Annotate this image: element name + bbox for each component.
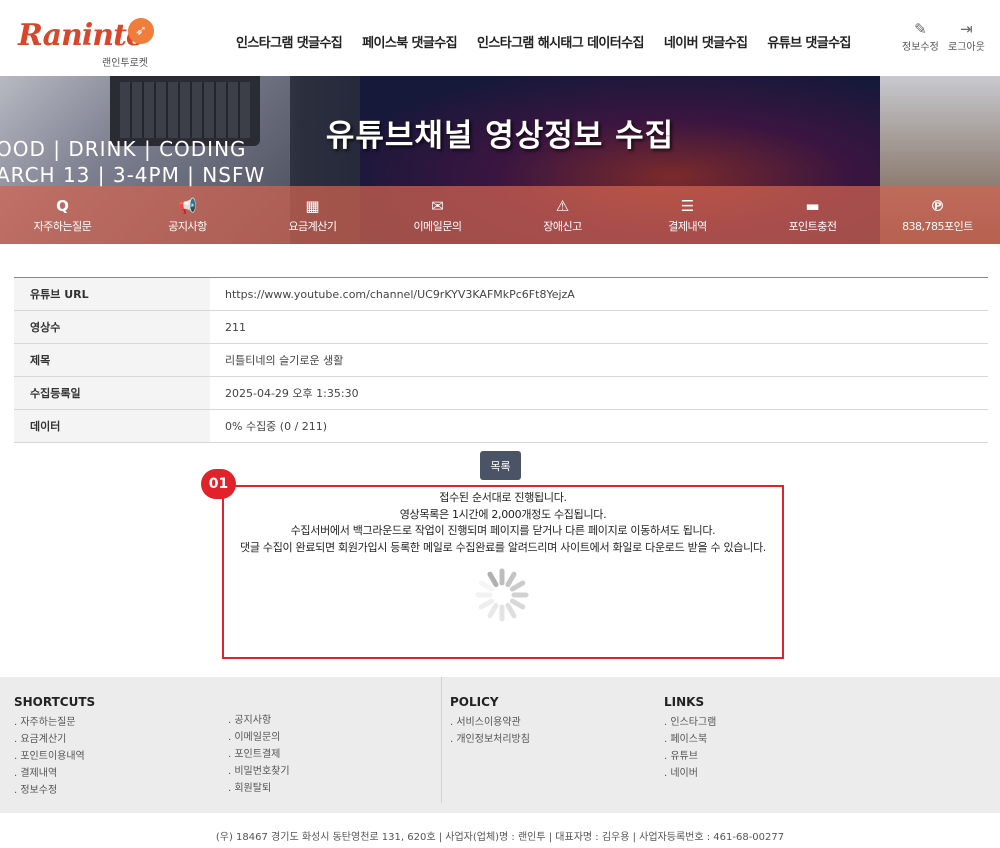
footer-link[interactable]: 비밀번호찾기 <box>228 763 289 780</box>
logo-subtitle: 랜인투로켓 <box>102 58 148 69</box>
quick-label: 장애신고 <box>543 219 582 233</box>
table-row: 제목 리틀티네의 슬기로운 생활 <box>14 344 988 377</box>
quick-label: 결제내역 <box>668 219 707 233</box>
footer-link[interactable]: 이메일문의 <box>228 729 290 746</box>
quick-email[interactable]: ✉ 이메일문의 <box>375 186 500 244</box>
row-label: 제목 <box>14 344 210 376</box>
data-status-value: 0% 수집중 (0 / 211) <box>225 420 328 433</box>
footer-link[interactable]: 회원탈퇴 <box>228 780 290 797</box>
footer-heading: POLICY <box>450 695 499 709</box>
points-icon: ℗ <box>930 196 945 215</box>
footer-link[interactable]: 네이버 <box>664 765 716 782</box>
page-title: 유튜브채널 영상정보 수집 <box>325 118 675 154</box>
quick-label: 요금계산기 <box>288 219 337 233</box>
quick-faq[interactable]: Q 자주하는질문 <box>0 186 125 244</box>
nav-youtube-comments[interactable]: 유튜브 댓글수집 <box>767 32 851 51</box>
edit-icon: ✎ <box>914 20 927 38</box>
video-count-value: 211 <box>225 320 246 334</box>
company-info: (우) 18467 경기도 화성시 동탄영천로 131, 620호 | 사업자(… <box>215 832 785 843</box>
rocket-icon: ➶ <box>128 18 154 44</box>
row-label: 데이터 <box>14 410 210 442</box>
progress-notice-box: 접수된 순서대로 진행됩니다. 영상목록은 1시간에 2,000개정도 수집됩니… <box>222 485 784 659</box>
table-row: 영상수 211 <box>14 311 988 344</box>
quick-notice[interactable]: 📢 공지사항 <box>125 186 250 244</box>
footer-divider <box>441 677 442 803</box>
notice-line: 수집서버에서 백그라운드로 작업이 진행되며 페이지를 닫거나 다른 페이지로 … <box>290 524 716 537</box>
logo[interactable]: Raninto ➶ 랜인투로켓 <box>16 14 156 70</box>
nav-facebook-comments[interactable]: 페이스북 댓글수집 <box>362 32 457 51</box>
footer-link[interactable]: 요금계산기 <box>14 731 95 748</box>
loading-spinner-icon <box>475 568 529 622</box>
footer-link[interactable]: 결제내역 <box>14 765 95 782</box>
site-footer: SHORTCUTS 자주하는질문 요금계산기 포인트이용내역 결제내역 정보수정… <box>0 677 1000 813</box>
nav-instagram-hashtag[interactable]: 인스타그램 해시태그 데이터수집 <box>477 32 645 51</box>
footer-link[interactable]: 인스타그램 <box>664 714 716 731</box>
edit-profile-label: 정보수정 <box>902 42 939 53</box>
list-button[interactable]: 목록 <box>480 451 521 480</box>
table-row: 데이터 0% 수집중 (0 / 211) <box>14 410 988 443</box>
row-label: 영상수 <box>14 311 210 343</box>
logout-icon: ⇥ <box>960 20 973 38</box>
row-label: 유튜브 URL <box>14 278 210 310</box>
footer-link[interactable]: 공지사항 <box>228 712 290 729</box>
main-nav: 인스타그램 댓글수집 페이스북 댓글수집 인스타그램 해시태그 데이터수집 네이… <box>236 32 851 51</box>
footer-heading: SHORTCUTS <box>14 695 96 709</box>
table-row: 수집등록일 2025-04-29 오후 1:35:30 <box>14 377 988 410</box>
megaphone-icon: 📢 <box>178 196 197 215</box>
registered-date-value: 2025-04-29 오후 1:35:30 <box>225 387 359 400</box>
quick-menu: Q 자주하는질문 📢 공지사항 ▦ 요금계산기 ✉ 이메일문의 ⚠ 장애신고 ☰ 결제내역 … <box>0 186 1000 244</box>
site-header: Raninto ➶ 랜인투로켓 인스타그램 댓글수집 페이스북 댓글수집 인스타… <box>0 0 1000 76</box>
logo-text: Raninto <box>18 18 146 53</box>
step-badge: 01 <box>201 469 236 499</box>
quick-report[interactable]: ⚠ 장애신고 <box>500 186 625 244</box>
footer-link[interactable]: 포인트결제 <box>228 746 290 763</box>
url-value: https://www.youtube.com/channel/UC9rKYV3… <box>225 287 575 301</box>
quick-label: 이메일문의 <box>413 219 462 233</box>
list-icon: ☰ <box>680 196 695 215</box>
card-icon: ▬ <box>805 196 820 215</box>
edit-profile-link[interactable]: ✎ 정보수정 <box>902 20 939 53</box>
footer-link[interactable]: 포인트이용내역 <box>14 748 95 765</box>
notice-line: 접수된 순서대로 진행됩니다. <box>439 491 567 504</box>
calculator-icon: ▦ <box>305 196 320 215</box>
warning-icon: ⚠ <box>555 196 570 215</box>
notice-text: 접수된 순서대로 진행됩니다. 영상목록은 1시간에 2,000개정도 수집됩니… <box>224 490 782 556</box>
row-label: 수집등록일 <box>14 377 210 409</box>
footer-link[interactable]: 정보수정 <box>14 782 95 799</box>
quick-charge[interactable]: ▬ 포인트충전 <box>750 186 875 244</box>
quick-label: 공지사항 <box>168 219 207 233</box>
nav-instagram-comments[interactable]: 인스타그램 댓글수집 <box>236 32 343 51</box>
footer-shortcuts-col2: 공지사항 이메일문의 포인트결제 비밀번호찾기 회원탈퇴 <box>228 712 290 797</box>
mail-icon: ✉ <box>431 196 444 215</box>
logout-label: 로그아웃 <box>948 42 985 53</box>
title-value: 리틀티네의 슬기로운 생활 <box>225 354 344 367</box>
footer-link[interactable]: 서비스이용약관 <box>450 714 530 731</box>
hero-banner: OOD | DRINK | CODING ARCH 13 | 3-4PM | NS… <box>0 76 1000 244</box>
table-row: 유튜브 URL https://www.youtube.com/channel/U… <box>14 278 988 311</box>
quick-label: 자주하는질문 <box>33 219 92 233</box>
footer-link[interactable]: 유튜브 <box>664 748 716 765</box>
footer-link[interactable]: 개인정보처리방침 <box>450 731 530 748</box>
quick-calculator[interactable]: ▦ 요금계산기 <box>250 186 375 244</box>
footer-shortcuts: SHORTCUTS 자주하는질문 요금계산기 포인트이용내역 결제내역 정보수정 <box>14 695 95 799</box>
footer-policy: POLICY 서비스이용약관 개인정보처리방침 <box>450 695 530 748</box>
quick-label: 838,785포인트 <box>902 219 973 233</box>
footer-link[interactable]: 자주하는질문 <box>14 714 95 731</box>
footer-links: LINKS 인스타그램 페이스북 유튜브 네이버 <box>664 695 716 782</box>
nav-naver-comments[interactable]: 네이버 댓글수집 <box>664 32 748 51</box>
quick-points[interactable]: ℗ 838,785포인트 <box>875 186 1000 244</box>
notice-line: 영상목록은 1시간에 2,000개정도 수집됩니다. <box>399 507 607 521</box>
footer-heading: LINKS <box>664 695 705 709</box>
notice-line: 댓글 수집이 완료되면 회원가입시 등록한 메일로 수집완료를 알려드리며 사이… <box>240 540 766 554</box>
footer-link[interactable]: 페이스북 <box>664 731 716 748</box>
faq-icon: Q <box>56 196 69 215</box>
logout-link[interactable]: ⇥ 로그아웃 <box>948 20 985 53</box>
quick-label: 포인트충전 <box>788 219 837 233</box>
quick-payments[interactable]: ☰ 결제내역 <box>625 186 750 244</box>
channel-info-table: 유튜브 URL https://www.youtube.com/channel/U… <box>14 277 988 443</box>
